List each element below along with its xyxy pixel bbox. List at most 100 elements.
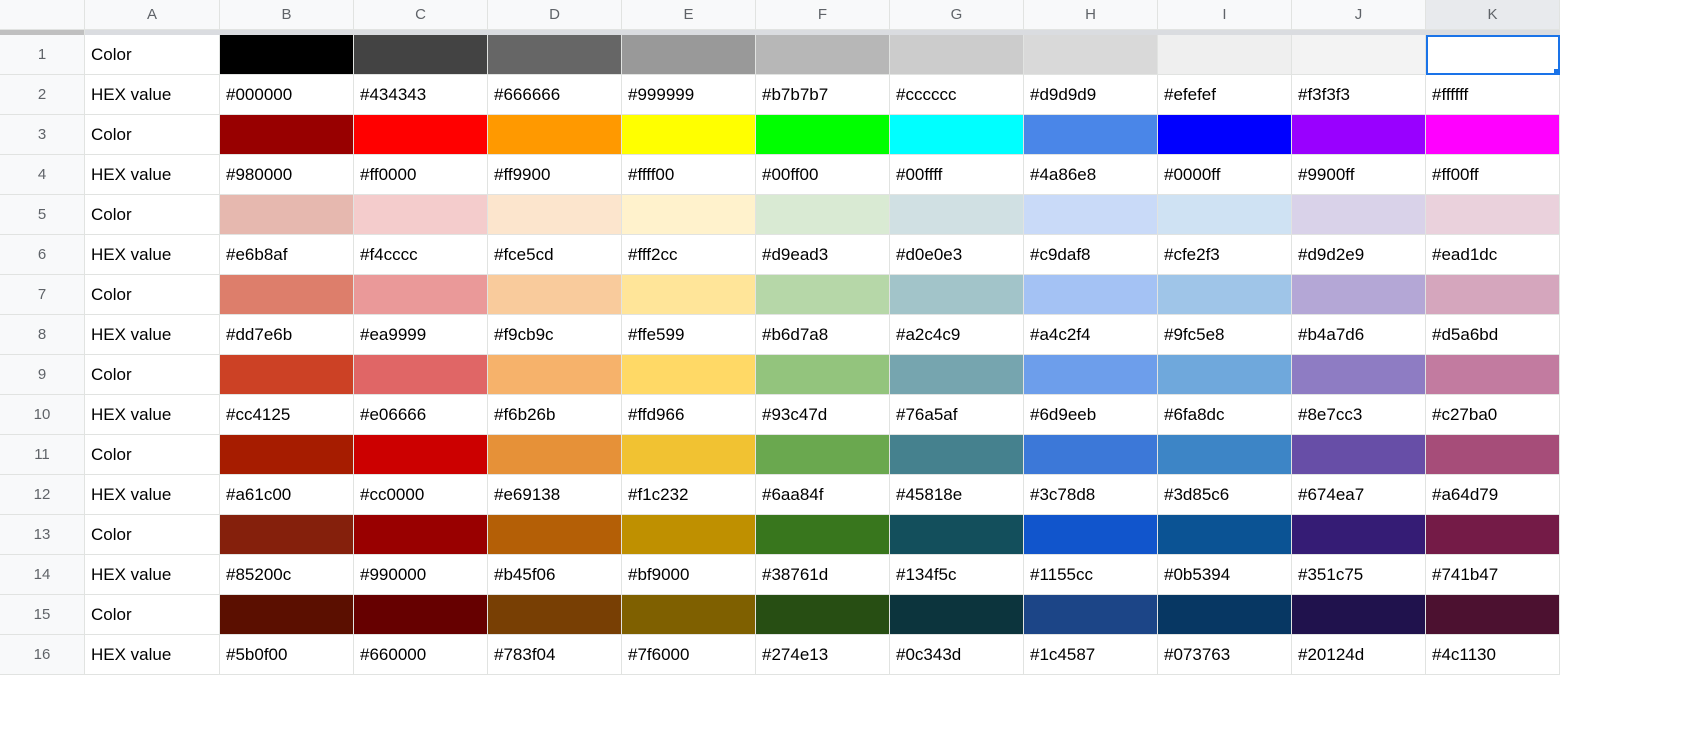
cell-H14[interactable]: #1155cc (1024, 555, 1158, 595)
cell-E8[interactable]: #ffe599 (622, 315, 756, 355)
cell-J8[interactable]: #b4a7d6 (1292, 315, 1426, 355)
cell-F3[interactable] (756, 115, 890, 155)
cell-B5[interactable] (220, 195, 354, 235)
cell-E12[interactable]: #f1c232 (622, 475, 756, 515)
cell-I14[interactable]: #0b5394 (1158, 555, 1292, 595)
cell-K6[interactable]: #ead1dc (1426, 235, 1560, 275)
row-header-7[interactable]: 7 (0, 275, 85, 315)
cell-H4[interactable]: #4a86e8 (1024, 155, 1158, 195)
cell-D2[interactable]: #666666 (488, 75, 622, 115)
cell-J16[interactable]: #20124d (1292, 635, 1426, 675)
cell-H9[interactable] (1024, 355, 1158, 395)
cell-E6[interactable]: #fff2cc (622, 235, 756, 275)
cell-D12[interactable]: #e69138 (488, 475, 622, 515)
cell-A16[interactable]: HEX value (85, 635, 220, 675)
cell-F12[interactable]: #6aa84f (756, 475, 890, 515)
cell-H13[interactable] (1024, 515, 1158, 555)
cell-J5[interactable] (1292, 195, 1426, 235)
cell-I16[interactable]: #073763 (1158, 635, 1292, 675)
cell-E15[interactable] (622, 595, 756, 635)
cell-I3[interactable] (1158, 115, 1292, 155)
column-header-B[interactable]: B (220, 0, 354, 30)
cell-B16[interactable]: #5b0f00 (220, 635, 354, 675)
cell-C13[interactable] (354, 515, 488, 555)
cell-I1[interactable] (1158, 35, 1292, 75)
cell-B1[interactable] (220, 35, 354, 75)
cell-A13[interactable]: Color (85, 515, 220, 555)
cell-G1[interactable] (890, 35, 1024, 75)
cell-F1[interactable] (756, 35, 890, 75)
cell-C16[interactable]: #660000 (354, 635, 488, 675)
cell-J15[interactable] (1292, 595, 1426, 635)
row-header-2[interactable]: 2 (0, 75, 85, 115)
row-header-6[interactable]: 6 (0, 235, 85, 275)
cell-D3[interactable] (488, 115, 622, 155)
row-header-11[interactable]: 11 (0, 435, 85, 475)
cell-B3[interactable] (220, 115, 354, 155)
cell-K15[interactable] (1426, 595, 1560, 635)
cell-B14[interactable]: #85200c (220, 555, 354, 595)
cell-C8[interactable]: #ea9999 (354, 315, 488, 355)
cell-E9[interactable] (622, 355, 756, 395)
cell-B6[interactable]: #e6b8af (220, 235, 354, 275)
cell-I2[interactable]: #efefef (1158, 75, 1292, 115)
cell-J7[interactable] (1292, 275, 1426, 315)
cell-F10[interactable]: #93c47d (756, 395, 890, 435)
cell-A9[interactable]: Color (85, 355, 220, 395)
cell-G16[interactable]: #0c343d (890, 635, 1024, 675)
cell-F6[interactable]: #d9ead3 (756, 235, 890, 275)
cell-E7[interactable] (622, 275, 756, 315)
cell-I8[interactable]: #9fc5e8 (1158, 315, 1292, 355)
cell-G7[interactable] (890, 275, 1024, 315)
cell-G15[interactable] (890, 595, 1024, 635)
cell-B7[interactable] (220, 275, 354, 315)
cell-C4[interactable]: #ff0000 (354, 155, 488, 195)
cell-B12[interactable]: #a61c00 (220, 475, 354, 515)
cell-G2[interactable]: #cccccc (890, 75, 1024, 115)
cell-D5[interactable] (488, 195, 622, 235)
cell-C7[interactable] (354, 275, 488, 315)
cell-K14[interactable]: #741b47 (1426, 555, 1560, 595)
cell-E2[interactable]: #999999 (622, 75, 756, 115)
cell-A3[interactable]: Color (85, 115, 220, 155)
cell-G3[interactable] (890, 115, 1024, 155)
cell-K7[interactable] (1426, 275, 1560, 315)
cell-H8[interactable]: #a4c2f4 (1024, 315, 1158, 355)
cell-G11[interactable] (890, 435, 1024, 475)
cell-D16[interactable]: #783f04 (488, 635, 622, 675)
cell-F16[interactable]: #274e13 (756, 635, 890, 675)
cell-K8[interactable]: #d5a6bd (1426, 315, 1560, 355)
cell-H2[interactable]: #d9d9d9 (1024, 75, 1158, 115)
cell-G8[interactable]: #a2c4c9 (890, 315, 1024, 355)
column-header-K[interactable]: K (1426, 0, 1560, 30)
cell-J12[interactable]: #674ea7 (1292, 475, 1426, 515)
row-header-10[interactable]: 10 (0, 395, 85, 435)
cell-A5[interactable]: Color (85, 195, 220, 235)
column-header-G[interactable]: G (890, 0, 1024, 30)
row-header-1[interactable]: 1 (0, 35, 85, 75)
cell-D6[interactable]: #fce5cd (488, 235, 622, 275)
cell-F14[interactable]: #38761d (756, 555, 890, 595)
cell-C12[interactable]: #cc0000 (354, 475, 488, 515)
cell-G9[interactable] (890, 355, 1024, 395)
cell-J10[interactable]: #8e7cc3 (1292, 395, 1426, 435)
cell-E11[interactable] (622, 435, 756, 475)
cell-D10[interactable]: #f6b26b (488, 395, 622, 435)
cell-H16[interactable]: #1c4587 (1024, 635, 1158, 675)
cell-A8[interactable]: HEX value (85, 315, 220, 355)
cell-B10[interactable]: #cc4125 (220, 395, 354, 435)
cell-E16[interactable]: #7f6000 (622, 635, 756, 675)
row-header-3[interactable]: 3 (0, 115, 85, 155)
cell-K4[interactable]: #ff00ff (1426, 155, 1560, 195)
row-header-4[interactable]: 4 (0, 155, 85, 195)
row-header-14[interactable]: 14 (0, 555, 85, 595)
cell-A10[interactable]: HEX value (85, 395, 220, 435)
row-header-15[interactable]: 15 (0, 595, 85, 635)
cell-J6[interactable]: #d9d2e9 (1292, 235, 1426, 275)
cell-E3[interactable] (622, 115, 756, 155)
cell-K11[interactable] (1426, 435, 1560, 475)
cell-C9[interactable] (354, 355, 488, 395)
cell-J14[interactable]: #351c75 (1292, 555, 1426, 595)
cell-A15[interactable]: Color (85, 595, 220, 635)
row-header-16[interactable]: 16 (0, 635, 85, 675)
